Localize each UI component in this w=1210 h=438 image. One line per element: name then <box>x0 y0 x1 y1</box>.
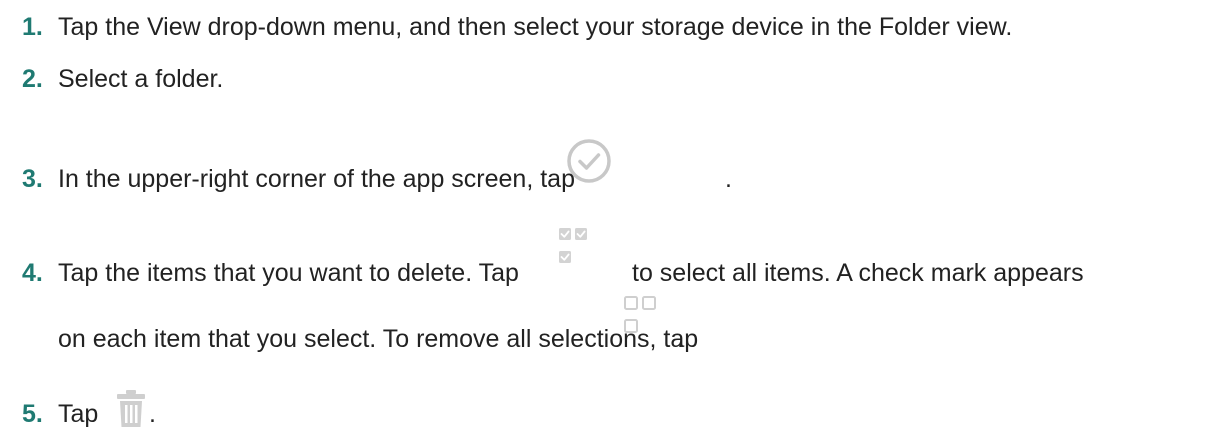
step-text: Tap <box>58 400 99 428</box>
trash-icon <box>117 390 145 427</box>
step-text-1: Tap the items that you want to delete. T… <box>58 259 519 287</box>
step-text: In the upper-right corner of the app scr… <box>58 165 575 193</box>
step-number: 2. <box>22 65 43 93</box>
step-4: 4. Tap the items that you want to delete.… <box>22 258 519 288</box>
step-5-period: . <box>149 400 156 428</box>
select-all-icon <box>559 228 587 263</box>
step-number: 1. <box>22 13 43 41</box>
step-5: 5. Tap <box>22 399 98 429</box>
checkmark-circle-icon <box>567 139 611 183</box>
step-3-period: . <box>725 165 732 193</box>
step-number: 3. <box>22 165 43 193</box>
step-3: 3. In the upper-right corner of the app s… <box>22 164 575 194</box>
step-4-text-4: . <box>677 325 684 353</box>
step-number: 5. <box>22 400 43 428</box>
step-1: 1. Tap the View drop-down menu, and then … <box>22 12 1012 42</box>
step-number: 4. <box>22 259 43 287</box>
step-text: Select a folder. <box>58 65 224 93</box>
step-4-text-2: to select all items. A check mark appear… <box>632 259 1084 287</box>
step-4-text-3: on each item that you select. To remove … <box>58 325 699 353</box>
step-2: 2. Select a folder. <box>22 64 223 94</box>
step-text: Tap the View drop-down menu, and then se… <box>58 13 1013 41</box>
